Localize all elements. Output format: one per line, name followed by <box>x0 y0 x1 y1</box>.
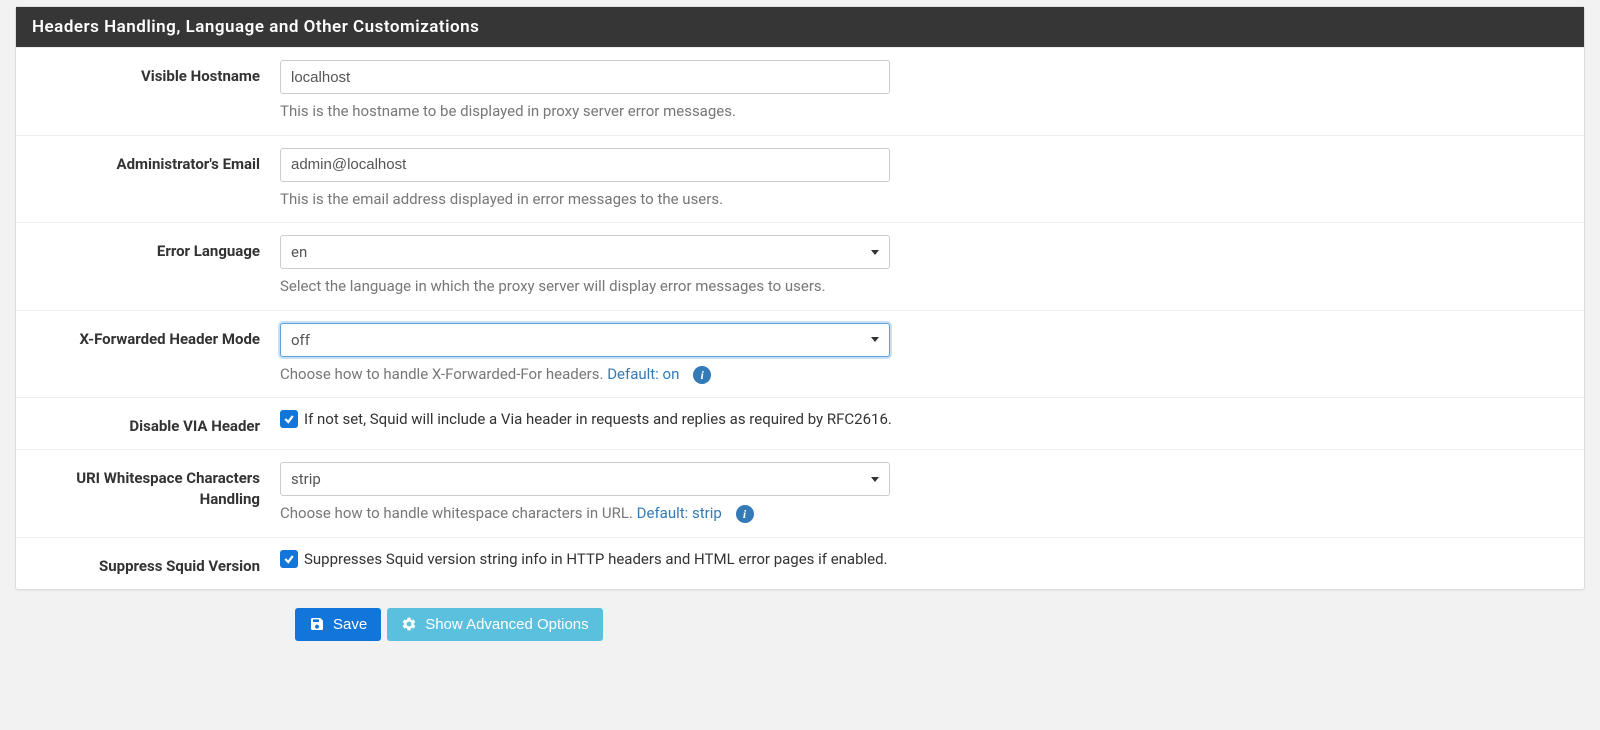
info-icon[interactable]: i <box>736 505 754 523</box>
settings-panel: Headers Handling, Language and Other Cus… <box>15 6 1585 590</box>
help-visible-hostname: This is the hostname to be displayed in … <box>280 100 1568 123</box>
check-icon <box>283 413 295 425</box>
chevron-down-icon <box>871 250 879 255</box>
label-suppress-version: Suppress Squid Version <box>32 550 280 577</box>
label-error-language: Error Language <box>32 235 280 262</box>
help-admin-email: This is the email address displayed in e… <box>280 188 1568 211</box>
visible-hostname-input[interactable] <box>280 60 890 94</box>
error-language-select[interactable]: en <box>280 235 890 269</box>
chevron-down-icon <box>871 477 879 482</box>
suppress-version-checkbox[interactable] <box>280 550 298 568</box>
disable-via-checkbox[interactable] <box>280 410 298 428</box>
row-visible-hostname: Visible Hostname This is the hostname to… <box>16 47 1584 135</box>
chevron-down-icon <box>871 337 879 342</box>
label-disable-via: Disable VIA Header <box>32 410 280 437</box>
x-forwarded-value: off <box>291 331 310 349</box>
x-forwarded-select[interactable]: off <box>280 323 890 357</box>
gear-icon <box>401 616 417 632</box>
label-admin-email: Administrator's Email <box>32 148 280 175</box>
row-disable-via: Disable VIA Header If not set, Squid wil… <box>16 397 1584 449</box>
row-error-language: Error Language en Select the language in… <box>16 222 1584 310</box>
help-error-language: Select the language in which the proxy s… <box>280 275 1568 298</box>
uri-whitespace-default-link[interactable]: Default: strip <box>637 504 722 522</box>
button-row: Save Show Advanced Options <box>15 608 1585 661</box>
row-x-forwarded: X-Forwarded Header Mode off Choose how t… <box>16 310 1584 398</box>
show-advanced-button[interactable]: Show Advanced Options <box>387 608 602 641</box>
label-visible-hostname: Visible Hostname <box>32 60 280 87</box>
info-icon[interactable]: i <box>693 366 711 384</box>
admin-email-input[interactable] <box>280 148 890 182</box>
label-x-forwarded: X-Forwarded Header Mode <box>32 323 280 350</box>
help-x-forwarded: Choose how to handle X-Forwarded-For hea… <box>280 363 1568 386</box>
row-suppress-version: Suppress Squid Version Suppresses Squid … <box>16 537 1584 589</box>
floppy-disk-icon <box>309 616 325 632</box>
row-uri-whitespace: URI Whitespace Characters Handling strip… <box>16 449 1584 537</box>
help-uri-whitespace: Choose how to handle whitespace characte… <box>280 502 1568 525</box>
uri-whitespace-select[interactable]: strip <box>280 462 890 496</box>
suppress-version-text: Suppresses Squid version string info in … <box>304 550 888 568</box>
uri-whitespace-value: strip <box>291 470 321 488</box>
label-uri-whitespace: URI Whitespace Characters Handling <box>32 462 280 510</box>
check-icon <box>283 553 295 565</box>
row-admin-email: Administrator's Email This is the email … <box>16 135 1584 223</box>
panel-header: Headers Handling, Language and Other Cus… <box>16 7 1584 47</box>
x-forwarded-default-link[interactable]: Default: on <box>607 365 679 383</box>
error-language-value: en <box>291 243 307 261</box>
save-button[interactable]: Save <box>295 608 381 641</box>
disable-via-text: If not set, Squid will include a Via hea… <box>304 410 892 428</box>
